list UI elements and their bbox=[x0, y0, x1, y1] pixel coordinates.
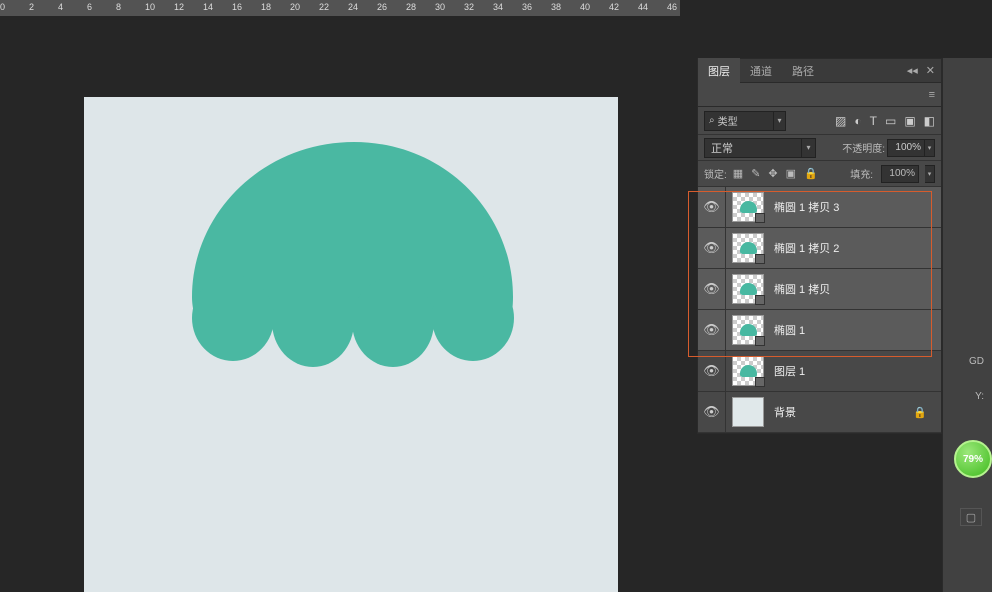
close-icon[interactable]: ✕ bbox=[926, 64, 935, 77]
ruler-tick: 30 bbox=[435, 2, 445, 12]
layer-filter[interactable]: ⌕ 类型 bbox=[704, 111, 774, 131]
zoom-badge: 79% bbox=[954, 440, 992, 478]
ruler-tick: 10 bbox=[145, 2, 155, 12]
lock-label: 锁定: bbox=[704, 166, 727, 181]
ruler-tick: 16 bbox=[232, 2, 242, 12]
lock-transparency-icon[interactable]: ▦ bbox=[733, 167, 743, 180]
tab-layers[interactable]: 图层 bbox=[698, 58, 740, 84]
opacity-dropdown-icon[interactable]: ▾ bbox=[925, 139, 935, 157]
layer-row[interactable]: 👁 背景🔒 bbox=[698, 392, 941, 433]
ruler-tick: 36 bbox=[522, 2, 532, 12]
tab-channels[interactable]: 通道 bbox=[740, 58, 782, 84]
layer-thumbnail[interactable] bbox=[732, 315, 764, 345]
opacity-label: 不透明度: bbox=[842, 140, 885, 155]
ruler-tick: 34 bbox=[493, 2, 503, 12]
layer-row[interactable]: 👁 图层 1 bbox=[698, 351, 941, 392]
tab-paths[interactable]: 路径 bbox=[782, 58, 824, 84]
ruler-tick: 22 bbox=[319, 2, 329, 12]
opacity-value: 100% bbox=[895, 142, 921, 153]
layer-thumbnail[interactable] bbox=[732, 397, 764, 427]
panel-menu-icon[interactable]: ≡ bbox=[929, 89, 935, 101]
blend-mode-value: 正常 bbox=[711, 140, 733, 156]
panel-tabs: 图层 通道 路径 ◂◂ ✕ bbox=[698, 59, 941, 83]
right-sidebar: GD Y: ▢ bbox=[942, 58, 992, 592]
lock-row: 锁定: ▦ ✎ ✥ ▣ 🔒 填充: 100% ▾ bbox=[698, 161, 941, 187]
ruler-tick: 2 bbox=[29, 2, 34, 12]
blend-dropdown-icon[interactable]: ▾ bbox=[802, 138, 816, 158]
ruler-tick: 8 bbox=[116, 2, 121, 12]
visibility-toggle[interactable]: 👁 bbox=[698, 392, 726, 432]
zoom-value: 79% bbox=[963, 454, 983, 465]
ruler-tick: 46 bbox=[667, 2, 677, 12]
layer-name[interactable]: 椭圆 1 拷贝 3 bbox=[774, 199, 941, 215]
lock-position-icon[interactable]: ✥ bbox=[768, 167, 777, 180]
fill-value: 100% bbox=[889, 168, 915, 179]
filter-shape-icon[interactable]: ▭ bbox=[885, 114, 896, 128]
ruler-tick: 12 bbox=[174, 2, 184, 12]
ruler-tick: 20 bbox=[290, 2, 300, 12]
layer-thumbnail[interactable] bbox=[732, 356, 764, 386]
filter-smartobject-icon[interactable]: ▣ bbox=[904, 114, 915, 128]
canvas[interactable] bbox=[84, 97, 618, 592]
jellyfish-shape bbox=[192, 142, 515, 373]
collapse-icon[interactable]: ◂◂ bbox=[907, 64, 918, 77]
filter-adjustment-icon[interactable]: ◐ bbox=[854, 114, 861, 128]
ruler-tick: 4 bbox=[58, 2, 63, 12]
fill-dropdown-icon[interactable]: ▾ bbox=[925, 165, 935, 183]
filter-pixel-icon[interactable]: ▨ bbox=[835, 114, 846, 128]
lock-artboard-icon[interactable]: ▣ bbox=[786, 167, 796, 180]
filter-row: ⌕ 类型 ▾ ▨ ◐ T ▭ ▣ ◧ bbox=[698, 107, 941, 135]
filter-text: 类型 bbox=[718, 113, 738, 128]
layer-thumbnail[interactable] bbox=[732, 274, 764, 304]
ruler-tick: 40 bbox=[580, 2, 590, 12]
filter-dropdown[interactable]: ▾ bbox=[774, 111, 786, 131]
ruler-tick: 42 bbox=[609, 2, 619, 12]
fill-input[interactable]: 100% bbox=[881, 165, 919, 183]
visibility-toggle[interactable]: 👁 bbox=[698, 310, 726, 350]
lock-icon: 🔒 bbox=[913, 406, 927, 419]
layer-name[interactable]: 椭圆 1 bbox=[774, 322, 941, 338]
lock-pixels-icon[interactable]: ✎ bbox=[751, 167, 760, 180]
ruler-tick: 28 bbox=[406, 2, 416, 12]
horizontal-ruler: 0246810121416182022242628303234363840424… bbox=[0, 0, 680, 16]
fill-label: 填充: bbox=[850, 166, 873, 181]
layer-row[interactable]: 👁 椭圆 1 拷贝 bbox=[698, 269, 941, 310]
visibility-toggle[interactable]: 👁 bbox=[698, 269, 726, 309]
ruler-tick: 14 bbox=[203, 2, 213, 12]
visibility-toggle[interactable]: 👁 bbox=[698, 187, 726, 227]
ruler-tick: 0 bbox=[0, 2, 5, 12]
filter-toggle-icon[interactable]: ◧ bbox=[924, 114, 935, 128]
layer-row[interactable]: 👁 椭圆 1 bbox=[698, 310, 941, 351]
blend-mode-select[interactable]: 正常 bbox=[704, 138, 802, 158]
y-label: Y: bbox=[975, 391, 984, 402]
layer-thumbnail[interactable] bbox=[732, 192, 764, 222]
ruler-tick: 44 bbox=[638, 2, 648, 12]
layer-thumbnail[interactable] bbox=[732, 233, 764, 263]
layers-mini-icon[interactable]: ▢ bbox=[960, 508, 982, 526]
blend-row: 正常 ▾ 不透明度: 100% ▾ bbox=[698, 135, 941, 161]
layer-name[interactable]: 图层 1 bbox=[774, 363, 941, 379]
ruler-tick: 18 bbox=[261, 2, 271, 12]
gd-label: GD bbox=[969, 356, 984, 367]
ruler-tick: 24 bbox=[348, 2, 358, 12]
layers-panel: 图层 通道 路径 ◂◂ ✕ ≡ ⌕ 类型 ▾ ▨ ◐ T ▭ ▣ ◧ 正常 ▾ … bbox=[697, 58, 942, 434]
ruler-tick: 26 bbox=[377, 2, 387, 12]
search-icon: ⌕ bbox=[709, 115, 715, 126]
ruler-tick: 38 bbox=[551, 2, 561, 12]
lock-all-icon[interactable]: 🔒 bbox=[804, 167, 818, 180]
layer-name[interactable]: 背景 bbox=[774, 404, 913, 420]
visibility-toggle[interactable]: 👁 bbox=[698, 228, 726, 268]
filter-type-icon[interactable]: T bbox=[870, 114, 877, 128]
layer-row[interactable]: 👁 椭圆 1 拷贝 3 bbox=[698, 187, 941, 228]
layer-name[interactable]: 椭圆 1 拷贝 2 bbox=[774, 240, 941, 256]
opacity-input[interactable]: 100% bbox=[887, 139, 925, 157]
layer-name[interactable]: 椭圆 1 拷贝 bbox=[774, 281, 941, 297]
visibility-toggle[interactable]: 👁 bbox=[698, 351, 726, 391]
ruler-tick: 6 bbox=[87, 2, 92, 12]
layer-row[interactable]: 👁 椭圆 1 拷贝 2 bbox=[698, 228, 941, 269]
ruler-tick: 32 bbox=[464, 2, 474, 12]
layers-list: 👁 椭圆 1 拷贝 3 👁 椭圆 1 拷贝 2 👁 椭圆 1 拷贝 👁 椭圆 1 👁 图层 1 👁 背… bbox=[698, 187, 941, 433]
